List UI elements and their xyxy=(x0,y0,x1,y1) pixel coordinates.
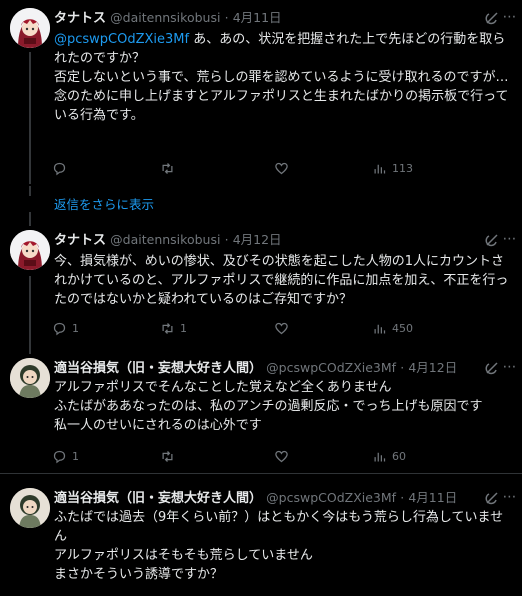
more-icon[interactable]: ⋯ xyxy=(502,490,518,506)
display-name[interactable]: タナトス xyxy=(54,233,106,248)
more-icon[interactable]: ⋯ xyxy=(502,10,518,26)
user-handle[interactable]: @daitennsikobusi xyxy=(110,232,220,247)
grok-icon[interactable] xyxy=(484,232,500,248)
text-line: ふたばがああなったのは、私のアンチの過剰反応・でっち上げも原因です xyxy=(54,399,483,414)
text-line: まさかそういう誘導ですか？ xyxy=(54,567,224,582)
retweet-button[interactable]: 1 xyxy=(160,318,187,338)
avatar[interactable] xyxy=(10,358,50,398)
views-icon xyxy=(374,164,386,173)
text-line: ふたばでは過去（9年くらい前？）はともかく今はもう荒らし行為していません xyxy=(54,510,504,544)
text-line: 念のために申し上げますとアルファポリスと生まれたばかりの掲示板で行っている行為で… xyxy=(54,89,509,123)
grok-icon[interactable] xyxy=(484,10,500,26)
text-line: アルファポリスでそんなことした覚えなど全くありません xyxy=(54,380,392,395)
avatar[interactable] xyxy=(10,230,50,270)
more-icon[interactable]: ⋯ xyxy=(502,360,518,376)
views-button[interactable]: 450 xyxy=(372,318,413,338)
text-line: アルファポリスはそもそも荒らしていません xyxy=(54,548,313,563)
reply-icon xyxy=(53,162,66,175)
views-count: 60 xyxy=(392,449,406,463)
views-button[interactable]: 113 xyxy=(372,158,413,178)
action-bar: 1 1 450 xyxy=(52,318,512,338)
retweet-count: 1 xyxy=(180,321,187,335)
action-bar: 113 xyxy=(52,158,512,178)
reply-button[interactable] xyxy=(52,158,72,178)
tweet-header: タナトス @daitennsikobusi · 4月11日 xyxy=(54,8,488,28)
grok-icon[interactable] xyxy=(484,360,500,376)
tweet-1[interactable]: タナトス @daitennsikobusi · 4月11日 ⋯ @pcswpCO… xyxy=(0,0,522,190)
tweet-3[interactable]: 適当谷損気（旧・妄想大好き人間） @pcswpCOdZXie3Mf · 4月12… xyxy=(0,350,522,468)
tweet-text: アルファポリスでそんなことした覚えなど全くありません ふたばがああなったのは、私… xyxy=(54,378,514,435)
reply-button[interactable]: 1 xyxy=(52,318,79,338)
heart-icon xyxy=(275,162,288,174)
tweet-2[interactable]: タナトス @daitennsikobusi · 4月12日 ⋯ 今、損気様が、め… xyxy=(0,222,522,346)
user-handle[interactable]: @pcswpCOdZXie3Mf xyxy=(266,360,396,375)
like-button[interactable] xyxy=(274,158,294,178)
avatar[interactable] xyxy=(10,488,50,528)
tweet-text: @pcswpCOdZXie3Mf あ、あの、状況を把握された上で先ほどの行動を取… xyxy=(54,30,514,125)
tweet-date[interactable]: 4月12日 xyxy=(408,360,457,375)
views-count: 113 xyxy=(392,161,413,175)
tweet-date[interactable]: 4月11日 xyxy=(233,10,282,25)
reply-count: 1 xyxy=(72,321,79,335)
text-line: @pcswpCOdZXie3Mf あ、あの、状況を把握された上で先ほどの行動を取… xyxy=(54,30,514,68)
separator-dot: · xyxy=(400,490,405,505)
views-count: 450 xyxy=(392,321,413,335)
heart-icon xyxy=(275,322,288,334)
grok-icon[interactable] xyxy=(484,490,500,506)
text-line: 否定しないという事で、荒らしの罪を認めているように受け取れるのですが… xyxy=(54,70,509,85)
views-icon xyxy=(374,324,386,333)
reply-count: 1 xyxy=(72,449,79,463)
retweet-button[interactable] xyxy=(160,158,180,178)
separator-dot: · xyxy=(224,10,229,25)
action-bar: 1 60 xyxy=(52,446,512,466)
like-button[interactable] xyxy=(274,318,294,338)
divider xyxy=(0,473,522,474)
reply-icon xyxy=(53,450,66,463)
more-icon[interactable]: ⋯ xyxy=(502,232,518,248)
user-handle[interactable]: @daitennsikobusi xyxy=(110,10,220,25)
show-more-replies-link[interactable]: 返信をさらに表示 xyxy=(54,194,154,213)
retweet-button[interactable] xyxy=(160,446,180,466)
tweet-4[interactable]: 適当谷損気（旧・妄想大好き人間） @pcswpCOdZXie3Mf · 4月11… xyxy=(0,480,522,596)
separator-dot: · xyxy=(224,232,229,247)
user-handle[interactable]: @pcswpCOdZXie3Mf xyxy=(266,490,396,505)
reply-icon xyxy=(53,322,66,335)
display-name[interactable]: 適当谷損気（旧・妄想大好き人間） xyxy=(54,361,262,376)
tweet-header: 適当谷損気（旧・妄想大好き人間） @pcswpCOdZXie3Mf · 4月12… xyxy=(54,358,488,378)
tweet-header: タナトス @daitennsikobusi · 4月12日 xyxy=(54,230,488,250)
heart-icon xyxy=(275,450,288,462)
retweet-icon xyxy=(162,162,173,174)
separator-dot: · xyxy=(400,360,405,375)
tweet-text: 今、損気様が、めいの惨状、及びその状態を起こした人物の1人にカウントされかけてい… xyxy=(54,252,514,309)
retweet-icon xyxy=(162,322,173,334)
mention-link[interactable]: @pcswpCOdZXie3Mf xyxy=(54,32,189,47)
tweet-date[interactable]: 4月11日 xyxy=(408,490,457,505)
like-button[interactable] xyxy=(274,446,294,466)
tweet-date[interactable]: 4月12日 xyxy=(233,232,282,247)
display-name[interactable]: タナトス xyxy=(54,11,106,26)
retweet-icon xyxy=(162,450,173,462)
display-name[interactable]: 適当谷損気（旧・妄想大好き人間） xyxy=(54,491,262,506)
text-line: 私一人のせいにされるのは心外です xyxy=(54,418,262,433)
views-button[interactable]: 60 xyxy=(372,446,406,466)
views-icon xyxy=(374,452,386,461)
reply-button[interactable]: 1 xyxy=(52,446,79,466)
tweet-text: ふたばでは過去（9年くらい前？）はともかく今はもう荒らし行為していません アルフ… xyxy=(54,508,514,584)
text-line: 今、損気様が、めいの惨状、及びその状態を起こした人物の1人にカウントされかけてい… xyxy=(54,254,509,307)
tweet-header: 適当谷損気（旧・妄想大好き人間） @pcswpCOdZXie3Mf · 4月11… xyxy=(54,488,488,508)
avatar[interactable] xyxy=(10,8,50,48)
